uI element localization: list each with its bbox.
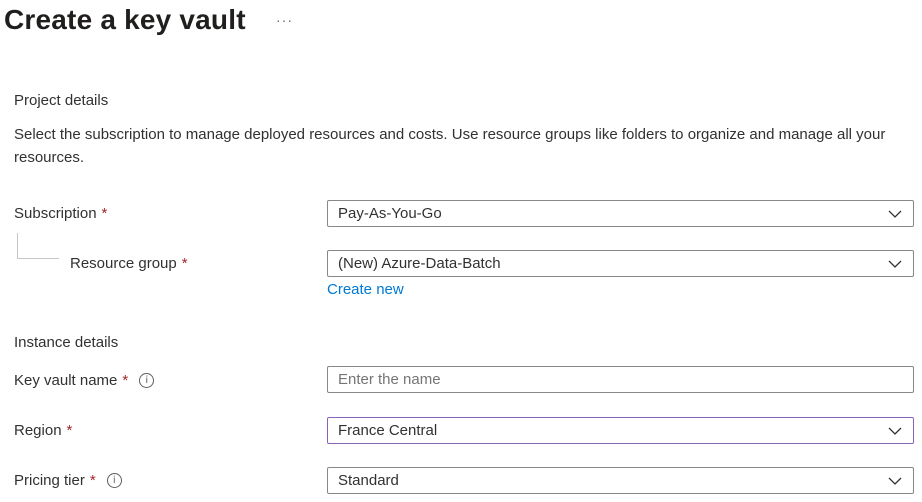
key-vault-name-label: Key vault name * i	[14, 372, 155, 389]
more-options-button[interactable]: ···	[276, 12, 293, 28]
pricing-tier-value: Standard	[338, 472, 399, 489]
project-details-heading: Project details	[14, 92, 109, 109]
region-value: France Central	[338, 422, 438, 439]
resource-group-value: (New) Azure-Data-Batch	[338, 255, 501, 272]
create-new-resource-group-link[interactable]: Create new	[327, 281, 404, 298]
pricing-tier-label-text: Pricing tier	[14, 472, 85, 489]
required-marker: *	[89, 472, 96, 489]
key-vault-name-label-text: Key vault name	[14, 372, 118, 389]
info-icon[interactable]: i	[139, 373, 155, 388]
region-label-text: Region	[14, 422, 62, 439]
key-vault-name-input[interactable]	[327, 366, 914, 393]
subscription-dropdown[interactable]: Pay-As-You-Go	[327, 200, 914, 227]
subscription-label-text: Subscription	[14, 205, 97, 222]
region-dropdown[interactable]: France Central	[327, 417, 914, 444]
subscription-label: Subscription *	[14, 205, 107, 222]
tree-connector-horizontal	[17, 258, 59, 259]
required-marker: *	[181, 255, 188, 272]
required-marker: *	[101, 205, 108, 222]
chevron-down-icon	[887, 206, 903, 222]
subscription-value: Pay-As-You-Go	[338, 205, 442, 222]
resource-group-label-text: Resource group	[70, 255, 177, 272]
pricing-tier-dropdown[interactable]: Standard	[327, 467, 914, 494]
pricing-tier-label: Pricing tier * i	[14, 472, 122, 489]
chevron-down-icon	[887, 423, 903, 439]
required-marker: *	[122, 372, 129, 389]
resource-group-dropdown[interactable]: (New) Azure-Data-Batch	[327, 250, 914, 277]
required-marker: *	[66, 422, 73, 439]
page-title: Create a key vault	[4, 4, 246, 35]
tree-connector-vertical	[17, 233, 18, 258]
resource-group-label: Resource group *	[70, 255, 188, 272]
chevron-down-icon	[887, 473, 903, 489]
instance-details-heading: Instance details	[14, 334, 119, 351]
project-details-description: Select the subscription to manage deploy…	[14, 126, 886, 166]
info-icon[interactable]: i	[106, 473, 122, 488]
region-label: Region *	[14, 422, 72, 439]
chevron-down-icon	[887, 256, 903, 272]
